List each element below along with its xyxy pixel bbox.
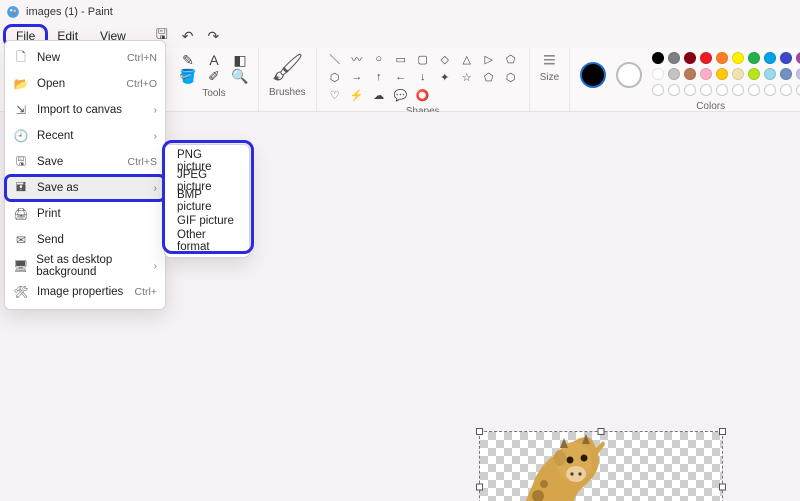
- save-as-bmp[interactable]: BMP picture: [169, 191, 245, 211]
- qat-redo-icon[interactable]: ↷: [208, 28, 220, 45]
- color-swatch[interactable]: [668, 68, 680, 80]
- color-swatch[interactable]: [780, 68, 792, 80]
- save-as-icon: 🖬: [13, 178, 29, 199]
- ribbon-group-brushes: 🖌 Brushes: [259, 48, 317, 111]
- save-as-other[interactable]: Other format: [169, 231, 245, 251]
- color-swatch-empty[interactable]: [700, 84, 712, 96]
- ribbon-label-size: Size: [540, 72, 559, 83]
- text-icon[interactable]: A: [206, 52, 222, 68]
- color-swatch[interactable]: [684, 52, 696, 64]
- color-swatch[interactable]: [668, 52, 680, 64]
- color-swatch-empty[interactable]: [796, 84, 800, 96]
- chevron-right-icon: ›: [154, 183, 157, 194]
- color-swatch[interactable]: [764, 68, 776, 80]
- file-menu-set-bg[interactable]: 🖥Set as desktop background›: [5, 253, 165, 279]
- file-menu-properties[interactable]: 🛠Image propertiesCtrl+: [5, 279, 165, 305]
- chevron-right-icon: ›: [154, 105, 157, 116]
- ribbon-group-shapes: ＼〰○▭▢◇△▷⬠ ⬡→↑←↓✦☆⬠⬡ ♡⚡☁💬⭕ Shapes: [317, 48, 530, 111]
- color-swatch[interactable]: [796, 52, 800, 64]
- titlebar: images (1) - Paint: [0, 0, 800, 24]
- save-as-gif[interactable]: GIF picture: [169, 211, 245, 231]
- color1-swatch[interactable]: [580, 62, 606, 88]
- color-swatch[interactable]: [732, 52, 744, 64]
- color-swatch-empty[interactable]: [652, 84, 664, 96]
- save-as-jpeg[interactable]: JPEG picture: [169, 171, 245, 191]
- properties-icon: 🛠: [13, 285, 29, 299]
- new-file-icon: 🗋: [13, 48, 29, 69]
- color-swatch[interactable]: [700, 68, 712, 80]
- color-swatch[interactable]: [748, 52, 760, 64]
- shapes-grid[interactable]: ＼〰○▭▢◇△▷⬠ ⬡→↑←↓✦☆⬠⬡ ♡⚡☁💬⭕: [327, 52, 519, 102]
- ribbon-label-colors: Colors: [696, 101, 725, 112]
- color-swatch[interactable]: [652, 52, 664, 64]
- selection-box[interactable]: [476, 428, 726, 501]
- save-icon: 🖫: [13, 152, 29, 173]
- color-swatch[interactable]: [748, 68, 760, 80]
- color-swatch-empty[interactable]: [780, 84, 792, 96]
- color-swatch-empty[interactable]: [732, 84, 744, 96]
- ribbon-label-tools: Tools: [202, 88, 225, 99]
- eraser-icon[interactable]: ◧: [232, 52, 248, 68]
- color2-swatch[interactable]: [616, 62, 642, 88]
- send-icon: ✉: [13, 233, 29, 247]
- ribbon-group-size: ≡ Size: [530, 48, 570, 111]
- file-menu-import[interactable]: ⇲Import to canvas›: [5, 97, 165, 123]
- save-as-submenu: PNG picture JPEG picture BMP picture GIF…: [164, 144, 250, 258]
- chevron-right-icon: ›: [154, 131, 157, 142]
- file-menu-dropdown: 🗋NewCtrl+N 📂OpenCtrl+O ⇲Import to canvas…: [4, 40, 166, 310]
- color-swatch[interactable]: [796, 68, 800, 80]
- file-menu-new[interactable]: 🗋NewCtrl+N: [5, 45, 165, 71]
- color-swatch[interactable]: [780, 52, 792, 64]
- ribbon-label-brushes: Brushes: [269, 87, 306, 98]
- color-swatch[interactable]: [684, 68, 696, 80]
- chevron-right-icon: ›: [154, 261, 157, 272]
- paint-app-icon: [6, 5, 20, 19]
- color-palette[interactable]: [652, 52, 800, 97]
- file-menu-save[interactable]: 🖫SaveCtrl+S: [5, 149, 165, 175]
- qat-undo-icon[interactable]: ↶: [182, 28, 194, 45]
- color-swatch-empty[interactable]: [668, 84, 680, 96]
- color-swatch-empty[interactable]: [716, 84, 728, 96]
- file-menu-print[interactable]: 🖨Print: [5, 201, 165, 227]
- print-icon: 🖨: [13, 207, 29, 221]
- file-menu-send[interactable]: ✉Send: [5, 227, 165, 253]
- color-swatch[interactable]: [716, 68, 728, 80]
- color-swatch[interactable]: [716, 52, 728, 64]
- fill-icon[interactable]: 🪣: [180, 68, 196, 84]
- picker-icon[interactable]: ✐: [206, 68, 222, 84]
- ribbon-group-colors: Colors: [570, 48, 800, 111]
- save-as-png[interactable]: PNG picture: [169, 151, 245, 171]
- window-title: images (1) - Paint: [26, 6, 113, 18]
- magnifier-icon[interactable]: 🔍: [232, 68, 248, 84]
- brush-icon[interactable]: 🖌: [271, 52, 304, 83]
- open-folder-icon: 📂: [13, 77, 29, 91]
- color-swatch-empty[interactable]: [764, 84, 776, 96]
- pencil-icon[interactable]: ✎: [180, 52, 196, 68]
- file-menu-open[interactable]: 📂OpenCtrl+O: [5, 71, 165, 97]
- recent-icon: 🕘: [13, 129, 29, 143]
- selection-border: [479, 431, 723, 501]
- color-swatch-empty[interactable]: [748, 84, 760, 96]
- desktop-icon: 🖥: [13, 259, 28, 273]
- file-menu-recent[interactable]: 🕘Recent›: [5, 123, 165, 149]
- color-swatch[interactable]: [732, 68, 744, 80]
- ribbon-group-tools: ✎ A ◧ 🪣 ✐ 🔍 Tools: [170, 48, 259, 111]
- size-icon[interactable]: ≡: [541, 52, 557, 68]
- color-swatch[interactable]: [764, 52, 776, 64]
- file-menu-save-as[interactable]: 🖬Save as›: [5, 175, 165, 201]
- color-swatch[interactable]: [652, 68, 664, 80]
- color-swatch[interactable]: [700, 52, 712, 64]
- import-icon: ⇲: [13, 103, 29, 117]
- color-swatch-empty[interactable]: [684, 84, 696, 96]
